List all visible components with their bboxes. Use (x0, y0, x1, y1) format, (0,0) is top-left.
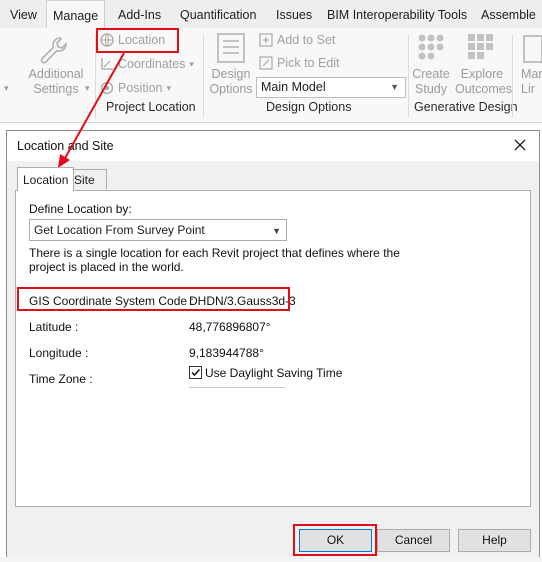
longitude-label: Longitude : (29, 346, 89, 360)
generative-design-panel-title: Generative Design (414, 100, 518, 114)
manage-links-button[interactable]: Mar Lir (521, 67, 542, 97)
ok-highlight-box (293, 524, 377, 556)
add-to-set-label: Add to Set (277, 33, 336, 47)
additional-settings-button[interactable]: Additional Settings (28, 67, 84, 97)
tab-quantification[interactable]: Quantification (180, 0, 256, 28)
location-and-site-dialog: Location and Site Location Site Define L… (6, 130, 540, 562)
dialog-title: Location and Site (17, 139, 114, 153)
create-study-label-1: Create (412, 67, 450, 81)
position-icon (100, 81, 114, 95)
checkmark-icon (191, 368, 201, 377)
time-zone-label: Time Zone : (29, 372, 93, 386)
position-label: Position (118, 81, 163, 95)
position-dropdown-icon: ▾ (166, 82, 172, 93)
panel-separator (512, 34, 513, 118)
design-options-button[interactable]: Design Options (207, 67, 255, 97)
gis-highlight-box (17, 287, 290, 311)
design-option-select-value: Main Model (261, 80, 326, 94)
close-icon[interactable] (511, 136, 529, 154)
ribbon-tab-bar: View Manage Add-Ins Quantification Issue… (0, 0, 542, 28)
coordinates-icon (101, 58, 113, 70)
additional-settings-label-1: Additional (28, 67, 84, 81)
design-option-select[interactable]: Main Model ▼ (256, 77, 406, 98)
pick-to-edit-label: Pick to Edit (277, 56, 340, 70)
daylight-saving-label: Use Daylight Saving Time (205, 366, 343, 380)
define-location-label: Define Location by: (29, 202, 132, 216)
tab-issues[interactable]: Issues (276, 0, 312, 28)
manage-links-label-2: Lir (521, 82, 535, 96)
position-button[interactable]: Position ▾ (100, 78, 171, 98)
design-options-label-2: Options (209, 82, 253, 96)
cancel-button[interactable]: Cancel (377, 529, 450, 552)
explore-outcomes-label-2: Outcomes (455, 82, 512, 96)
tab-manage[interactable]: Manage (46, 0, 106, 28)
ribbon-panel-area: ▾ Additional Settings ▾ Location Coordin… (0, 28, 542, 123)
explore-outcomes-button[interactable]: Explore Outcomes (455, 67, 512, 97)
longitude-value: 9,183944788° (189, 346, 264, 360)
project-location-panel-title: Project Location (106, 100, 196, 114)
tab-assemble[interactable]: Assemble (481, 0, 536, 28)
latitude-value: 48,776896807° (189, 320, 271, 334)
coordinates-label: Coordinates (118, 57, 186, 71)
add-to-set-icon (259, 33, 273, 47)
create-study-button[interactable]: Create Study (411, 67, 451, 97)
help-button[interactable]: Help (458, 529, 531, 552)
design-options-icon (217, 33, 245, 63)
tab-location[interactable]: Location (17, 167, 75, 191)
panel-separator (203, 34, 204, 118)
design-options-label-1: Design (211, 67, 251, 81)
manage-links-icon (523, 35, 542, 63)
location-tab-page: Define Location by: Get Location From Su… (15, 190, 531, 507)
explore-outcomes-label-1: Explore (460, 67, 504, 81)
create-study-icon (418, 34, 444, 60)
wrench-icon (40, 37, 67, 64)
tab-bim-interoperability-tools[interactable]: BIM Interoperability Tools (327, 0, 467, 28)
pick-to-edit-button[interactable]: Pick to Edit (259, 53, 340, 73)
explore-outcomes-icon (468, 34, 493, 59)
location-highlight-box (96, 28, 179, 53)
define-location-select-value: Get Location From Survey Point (34, 223, 205, 237)
add-to-set-button[interactable]: Add to Set (259, 30, 335, 50)
define-location-select[interactable]: Get Location From Survey Point ▼ (29, 219, 287, 241)
design-options-panel-title: Design Options (266, 100, 352, 114)
time-zone-separator (189, 387, 285, 388)
location-description-line-2: project is placed in the world. (29, 260, 184, 274)
chevron-down-icon: ▼ (390, 82, 399, 92)
additional-settings-dropdown-icon[interactable]: ▾ (85, 81, 90, 96)
background-strip (0, 557, 542, 562)
chevron-down-icon[interactable]: ▾ (4, 81, 9, 96)
location-description-line-1: There is a single location for each Revi… (29, 246, 400, 260)
manage-links-label-1: Mar (521, 67, 542, 81)
additional-settings-label-2: Settings (33, 82, 79, 96)
latitude-label: Latitude : (29, 320, 79, 334)
daylight-saving-checkbox[interactable] (189, 366, 202, 379)
pick-to-edit-icon (259, 56, 273, 70)
chevron-down-icon: ▼ (272, 226, 281, 236)
tab-view[interactable]: View (10, 0, 37, 28)
tab-add-ins[interactable]: Add-Ins (118, 0, 161, 28)
coordinates-button[interactable]: Coordinates ▾ (100, 54, 194, 74)
panel-separator (408, 34, 409, 118)
create-study-label-2: Study (415, 82, 447, 96)
dialog-titlebar: Location and Site (7, 131, 539, 161)
coordinates-dropdown-icon: ▾ (189, 58, 194, 69)
